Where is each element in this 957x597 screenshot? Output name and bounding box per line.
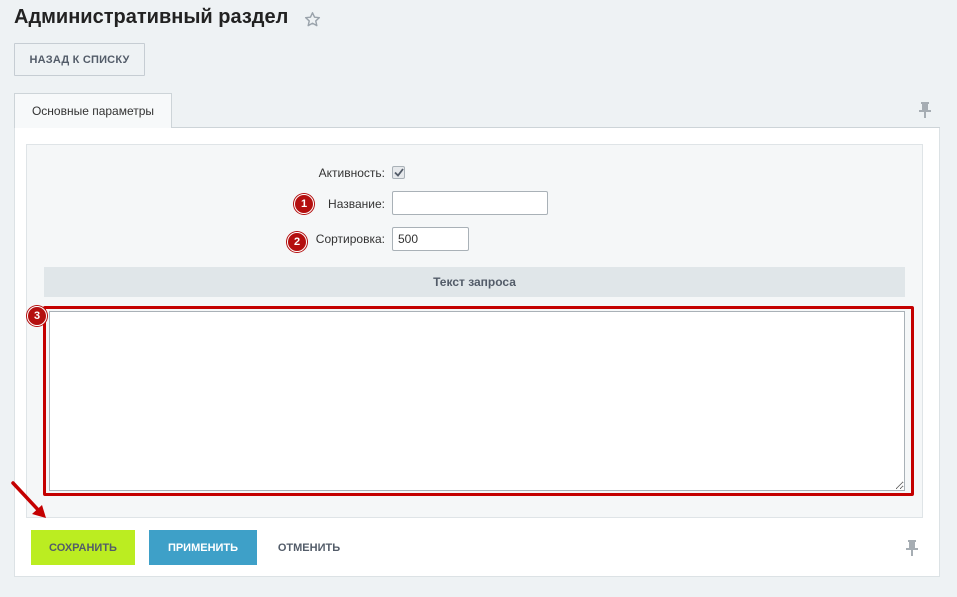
star-icon[interactable] — [304, 11, 321, 28]
save-button[interactable]: СОХРАНИТЬ — [31, 530, 135, 565]
sort-label: Сортировка: — [315, 232, 385, 246]
back-to-list-button[interactable]: НАЗАД К СПИСКУ — [14, 43, 145, 76]
sort-input[interactable] — [392, 227, 469, 251]
active-label: Активность: — [318, 166, 385, 180]
query-section-header: Текст запроса — [44, 267, 905, 297]
callout-badge-3: 3 — [27, 306, 47, 326]
pin-icon[interactable] — [918, 101, 932, 118]
apply-button[interactable]: ПРИМЕНИТЬ — [149, 530, 257, 565]
active-checkbox[interactable] — [392, 166, 405, 179]
annotation-arrow-icon — [11, 481, 46, 518]
page-title: Административный раздел — [14, 6, 289, 28]
name-input[interactable] — [392, 191, 548, 215]
pin-icon[interactable] — [905, 539, 919, 556]
query-textarea[interactable] — [49, 311, 905, 491]
title-row: Административный раздел — [14, 6, 321, 29]
tab-main-parameters[interactable]: Основные параметры — [14, 93, 172, 128]
cancel-button[interactable]: ОТМЕНИТЬ — [270, 530, 348, 565]
name-label: Название: — [328, 197, 385, 211]
checkmark-icon — [393, 168, 404, 177]
